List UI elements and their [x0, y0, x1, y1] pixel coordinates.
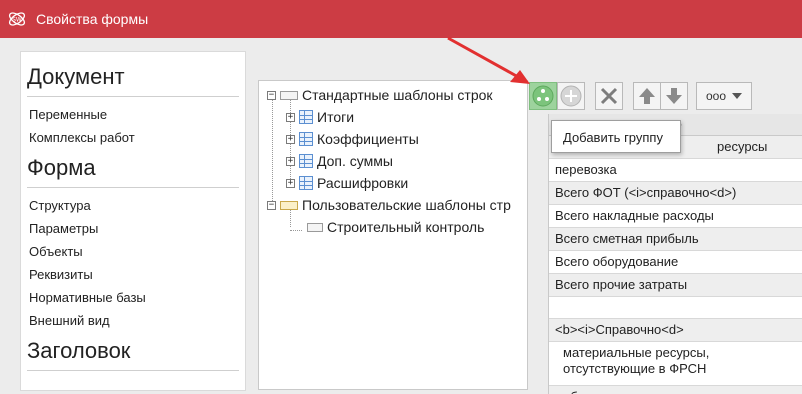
- section-title: Форма: [27, 155, 239, 188]
- template-icon: [307, 222, 323, 232]
- annotation-arrow: [447, 36, 530, 84]
- tree-connector: [290, 230, 302, 231]
- tree-node-breakdowns[interactable]: + Расшифровки: [286, 172, 408, 194]
- list-row[interactable]: Всего сметная прибыль: [549, 228, 802, 251]
- section-title: Документ: [27, 64, 239, 97]
- table-icon: [299, 176, 313, 190]
- tree-node-label: Строительный контроль: [327, 219, 485, 235]
- delete-icon: [600, 87, 618, 105]
- more-label: ooo: [705, 89, 727, 103]
- svg-text:SW: SW: [12, 17, 22, 24]
- tree-node-label: Расшифровки: [317, 175, 409, 191]
- tree-node-label: Доп. суммы: [317, 153, 393, 169]
- chevron-down-icon: [732, 93, 742, 99]
- expand-toggle-icon[interactable]: +: [286, 156, 295, 166]
- list-row[interactable]: Всего ФОТ (<i>справочно<d>): [549, 182, 802, 205]
- tree-node-label: Итоги: [317, 109, 355, 125]
- title-bar: SW Свойства формы: [0, 0, 802, 38]
- list-row[interactable]: <b><i>Справочно<d>: [549, 319, 802, 342]
- tree-node-extra-sums[interactable]: + Доп. суммы: [286, 150, 393, 172]
- arrow-down-icon: [666, 88, 682, 104]
- move-up-button[interactable]: [633, 82, 661, 110]
- tree-node-coefficients[interactable]: + Коэффициенты: [286, 128, 419, 150]
- left-navigation: Документ Переменные Комплексы работ Форм…: [20, 51, 246, 391]
- list-row[interactable]: перевозка: [549, 159, 802, 182]
- templates-list: ание ресурсыперевозкаВсего ФОТ (<i>справ…: [548, 114, 802, 394]
- nav-item-work-complexes[interactable]: Комплексы работ: [27, 126, 239, 149]
- arrow-up-icon: [639, 88, 655, 104]
- templates-tree: − Стандартные шаблоны строк + Итоги + Ко…: [258, 80, 528, 390]
- nav-item-objects[interactable]: Объекты: [27, 240, 239, 263]
- tree-node-totals[interactable]: + Итоги: [286, 106, 354, 128]
- app-logo-icon: SW: [6, 8, 28, 30]
- folder-icon: [280, 90, 298, 100]
- table-icon: [299, 132, 313, 146]
- table-icon: [299, 110, 313, 124]
- list-row[interactable]: Всего накладные расходы: [549, 205, 802, 228]
- nav-section-header: Заголовок: [27, 338, 239, 371]
- nav-item-appearance[interactable]: Внешний вид: [27, 309, 239, 332]
- move-down-button[interactable]: [660, 82, 688, 110]
- nav-item-requisites[interactable]: Реквизиты: [27, 263, 239, 286]
- user-folder-icon: [280, 200, 298, 210]
- window-title: Свойства формы: [36, 11, 149, 27]
- list-row[interactable]: [549, 297, 802, 319]
- expand-toggle-icon[interactable]: +: [286, 178, 295, 188]
- tree-node-user-templates[interactable]: − Пользовательские шаблоны стр: [267, 194, 511, 216]
- list-row[interactable]: Всего прочие затраты: [549, 274, 802, 297]
- more-dropdown[interactable]: ooo: [696, 82, 752, 110]
- nav-item-norm-bases[interactable]: Нормативные базы: [27, 286, 239, 309]
- tree-node-construction-control[interactable]: Строительный контроль: [303, 216, 484, 238]
- list-row[interactable]: материальные ресурсы, отсутствующие в ФР…: [549, 342, 802, 386]
- nav-item-parameters[interactable]: Параметры: [27, 217, 239, 240]
- collapse-toggle-icon[interactable]: −: [267, 200, 276, 210]
- expand-toggle-icon[interactable]: +: [286, 134, 295, 144]
- delete-button[interactable]: [595, 82, 623, 110]
- nav-item-structure[interactable]: Структура: [27, 194, 239, 217]
- add-icon: [560, 85, 582, 107]
- add-group-icon: [532, 85, 554, 107]
- nav-section-document: Документ Переменные Комплексы работ: [27, 64, 239, 149]
- tree-connector: [272, 99, 273, 207]
- tree-node-label: Пользовательские шаблоны стр: [302, 197, 511, 213]
- tooltip: Добавить группу: [551, 120, 681, 153]
- table-icon: [299, 154, 313, 168]
- collapse-toggle-icon[interactable]: −: [267, 90, 276, 100]
- list-row[interactable]: оборудование, отсутствующее в: [549, 386, 802, 394]
- nav-item-variables[interactable]: Переменные: [27, 103, 239, 126]
- tree-node-label: Коэффициенты: [317, 131, 419, 147]
- expand-toggle-icon[interactable]: +: [286, 112, 295, 122]
- list-row[interactable]: Всего оборудование: [549, 251, 802, 274]
- section-title: Заголовок: [27, 338, 239, 371]
- nav-section-form: Форма Структура Параметры Объекты Реквиз…: [27, 155, 239, 332]
- add-button[interactable]: [557, 82, 585, 110]
